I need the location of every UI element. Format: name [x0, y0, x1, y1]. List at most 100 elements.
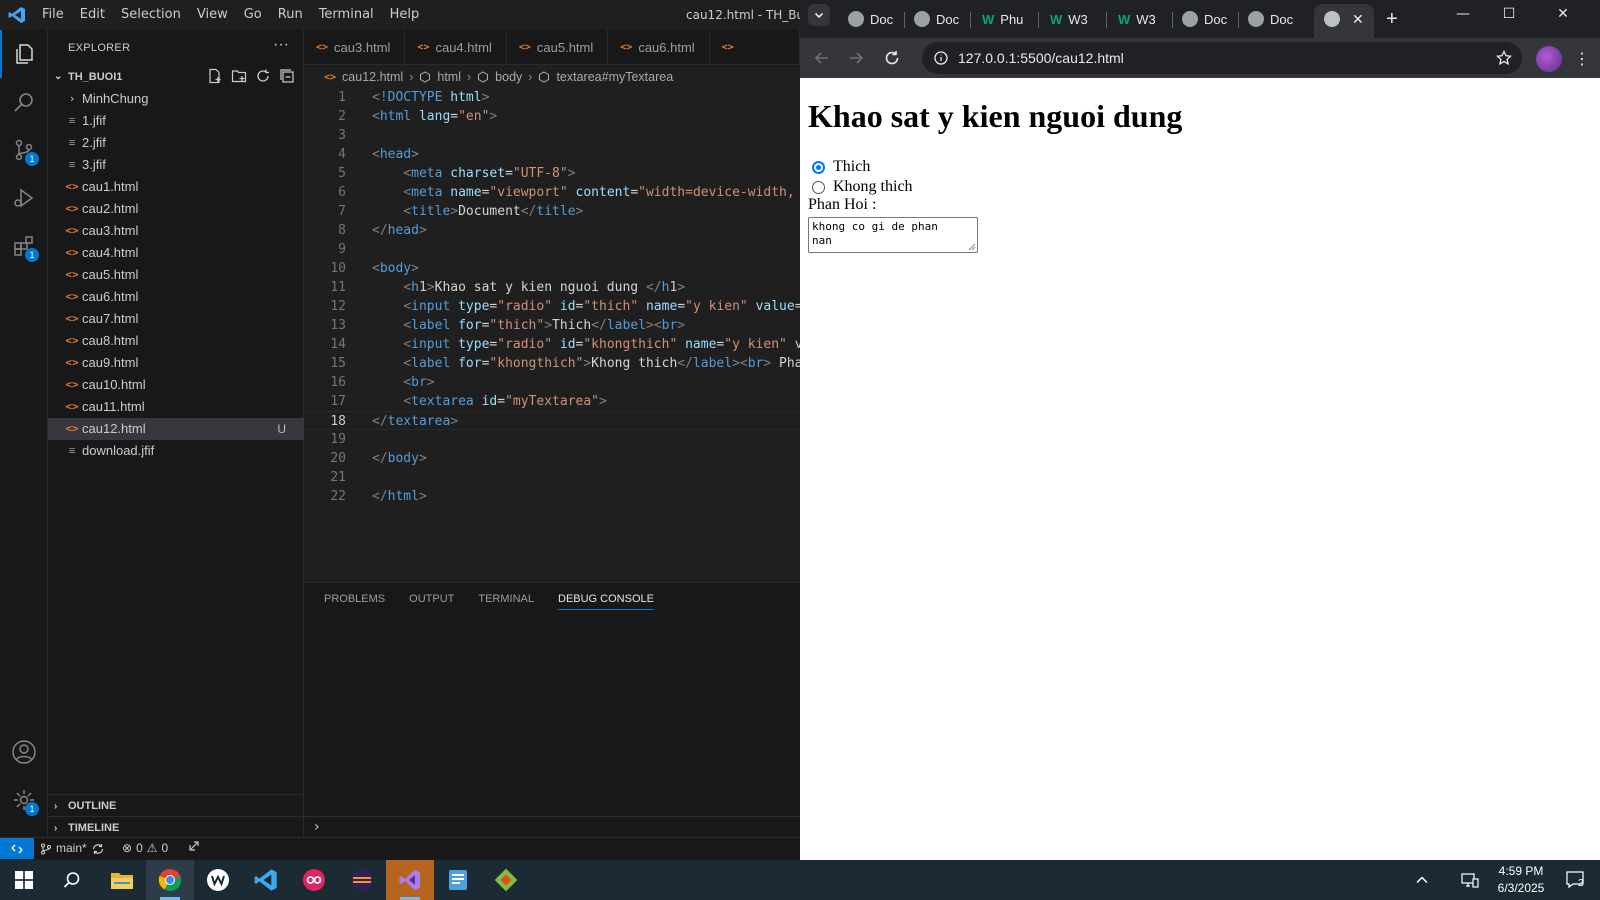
tree-item-1-jfif[interactable]: ≡ 1.jfif — [48, 110, 304, 132]
code-line[interactable]: 14 <input type="radio" id="khongthich" n… — [304, 335, 800, 354]
tab-cau4[interactable]: <> cau4.html — [405, 30, 507, 64]
network-icon[interactable] — [1456, 860, 1484, 900]
tree-item-cau11[interactable]: <> cau11.html — [48, 396, 304, 418]
tree-item-minhchung[interactable]: › MinhChung — [48, 88, 304, 110]
new-folder-icon[interactable] — [231, 68, 247, 84]
outline-section[interactable]: › OUTLINE — [48, 794, 304, 816]
tree-item-download-jfif[interactable]: ≡ download.jfif — [48, 440, 304, 462]
eclipse-icon[interactable] — [338, 860, 386, 900]
close-tab-icon[interactable]: ✕ — [1352, 6, 1364, 32]
bookmark-star-icon[interactable] — [1496, 50, 1512, 66]
code-line[interactable]: 6 <meta name="viewport" content="width=d… — [304, 183, 800, 202]
tree-item-cau10[interactable]: <> cau10.html — [48, 374, 304, 396]
menu-view[interactable]: View — [189, 0, 236, 30]
reload-icon[interactable] — [880, 46, 904, 70]
code-line[interactable]: 11 <h1>Khao sat y kien nguoi dung </h1> — [304, 278, 800, 297]
maximize-icon[interactable]: ☐ — [1486, 0, 1532, 28]
chrome-tab-active[interactable] — [1314, 4, 1374, 38]
windows-start-icon[interactable] — [0, 860, 48, 900]
radio-khongthich[interactable] — [812, 181, 825, 194]
tree-item-cau8[interactable]: <> cau8.html — [48, 330, 304, 352]
feedback-textarea[interactable]: khong co gi de phan nan — [808, 217, 978, 253]
code-line[interactable]: 18 </textarea> — [304, 411, 800, 430]
code-line[interactable]: 22 </html> — [304, 487, 800, 506]
profile-avatar[interactable] — [1536, 46, 1562, 72]
search-icon[interactable] — [48, 860, 96, 900]
git-gui-icon[interactable] — [482, 860, 530, 900]
code-line[interactable]: 20 </body> — [304, 449, 800, 468]
tree-item-2-jfif[interactable]: ≡ 2.jfif — [48, 132, 304, 154]
code-line[interactable]: 21 — [304, 468, 800, 487]
tree-item-cau2[interactable]: <> cau2.html — [48, 198, 304, 220]
menu-edit[interactable]: Edit — [72, 0, 113, 30]
code-lines[interactable]: 1 <!DOCTYPE html> 2 <html lang="en"> 3 4 <head… — [304, 88, 800, 506]
code-line[interactable]: 2 <html lang="en"> — [304, 107, 800, 126]
new-file-icon[interactable] — [207, 68, 223, 84]
chrome-tab-4[interactable]: W W3 — [1050, 6, 1088, 32]
branch-indicator[interactable]: main* — [40, 838, 105, 859]
site-info-icon[interactable] — [934, 51, 948, 65]
clock[interactable]: 4:59 PM 6/3/2025 — [1486, 860, 1556, 900]
code-line[interactable]: 19 — [304, 430, 800, 449]
chrome-menu-icon[interactable]: ⋮ — [1570, 46, 1594, 70]
code-line[interactable]: 3 — [304, 126, 800, 145]
chrome-tab-3[interactable]: W Phu — [982, 6, 1023, 32]
chrome-tab-7[interactable]: Doc — [1248, 6, 1293, 32]
run-debug-icon[interactable] — [0, 174, 48, 222]
debug-console-input[interactable]: › — [304, 816, 800, 838]
vscode-taskbar-icon[interactable] — [242, 860, 290, 900]
breadcrumb-body[interactable]: body — [495, 70, 522, 84]
breadcrumb-textarea[interactable]: textarea#myTextarea — [556, 70, 673, 84]
tab-cau3[interactable]: <> cau3.html — [304, 30, 406, 64]
tree-item-cau12[interactable]: <> cau12.html U — [48, 418, 304, 440]
source-control-icon[interactable]: 1 — [0, 126, 48, 174]
refresh-icon[interactable] — [255, 68, 271, 84]
remote-indicator-icon[interactable] — [0, 838, 34, 859]
tree-item-cau7[interactable]: <> cau7.html — [48, 308, 304, 330]
breadcrumb-html[interactable]: html — [437, 70, 461, 84]
search-icon[interactable] — [0, 78, 48, 126]
code-line[interactable]: 12 <input type="radio" id="thich" name="… — [304, 297, 800, 316]
tab-debug-console[interactable]: DEBUG CONSOLE — [558, 593, 654, 610]
code-line[interactable]: 17 <textarea id="myTextarea"> — [304, 392, 800, 411]
label-khongthich[interactable]: Khong thich — [833, 178, 913, 196]
chrome-taskbar-icon[interactable] — [146, 860, 194, 900]
menu-go[interactable]: Go — [236, 0, 270, 30]
menu-selection[interactable]: Selection — [113, 0, 189, 30]
menu-help[interactable]: Help — [382, 0, 428, 30]
window-close-icon[interactable]: ✕ — [1540, 0, 1586, 28]
new-tab-plus-icon[interactable]: + — [1386, 6, 1398, 32]
code-line[interactable]: 16 <br> — [304, 373, 800, 392]
visual-studio-icon[interactable] — [386, 860, 434, 900]
tree-item-cau4[interactable]: <> cau4.html — [48, 242, 304, 264]
code-line[interactable]: 7 <title>Document</title> — [304, 202, 800, 221]
writer-app-icon[interactable] — [194, 860, 242, 900]
settings-gear-icon[interactable]: 1 — [0, 776, 48, 824]
tab-cau5[interactable]: <> cau5.html — [507, 30, 609, 64]
resize-handle-icon[interactable] — [968, 243, 976, 251]
tab-cau6[interactable]: <> cau6.html — [608, 30, 710, 64]
problems-indicator[interactable]: ⊗ 0 ⚠ 0 — [122, 838, 168, 859]
code-line[interactable]: 13 <label for="thich">Thich</label><br> — [304, 316, 800, 335]
label-thich[interactable]: Thich — [833, 158, 870, 176]
code-line[interactable]: 10 <body> — [304, 259, 800, 278]
back-arrow-icon[interactable] — [810, 46, 834, 70]
tab-overflow[interactable]: <> — [710, 30, 800, 64]
oo-app-icon[interactable] — [290, 860, 338, 900]
extensions-icon[interactable]: 1 — [0, 222, 48, 270]
code-line[interactable]: 4 <head> — [304, 145, 800, 164]
explorer-icon[interactable] — [0, 30, 48, 78]
show-hidden-icons-chevron-up-icon[interactable] — [1408, 860, 1436, 900]
code-line[interactable]: 1 <!DOCTYPE html> — [304, 88, 800, 107]
radio-thich[interactable] — [812, 161, 825, 174]
tab-problems[interactable]: PROBLEMS — [324, 593, 385, 610]
accounts-icon[interactable] — [0, 728, 48, 776]
tree-item-cau1[interactable]: <> cau1.html — [48, 176, 304, 198]
tree-item-cau5[interactable]: <> cau5.html — [48, 264, 304, 286]
forward-arrow-icon[interactable] — [844, 46, 868, 70]
code-line[interactable]: 15 <label for="khongthich">Khong thich</… — [304, 354, 800, 373]
timeline-section[interactable]: › TIMELINE — [48, 816, 304, 838]
chrome-tab-1[interactable]: Doc — [848, 6, 893, 32]
menu-terminal[interactable]: Terminal — [311, 0, 382, 30]
file-explorer-icon[interactable] — [98, 860, 146, 900]
